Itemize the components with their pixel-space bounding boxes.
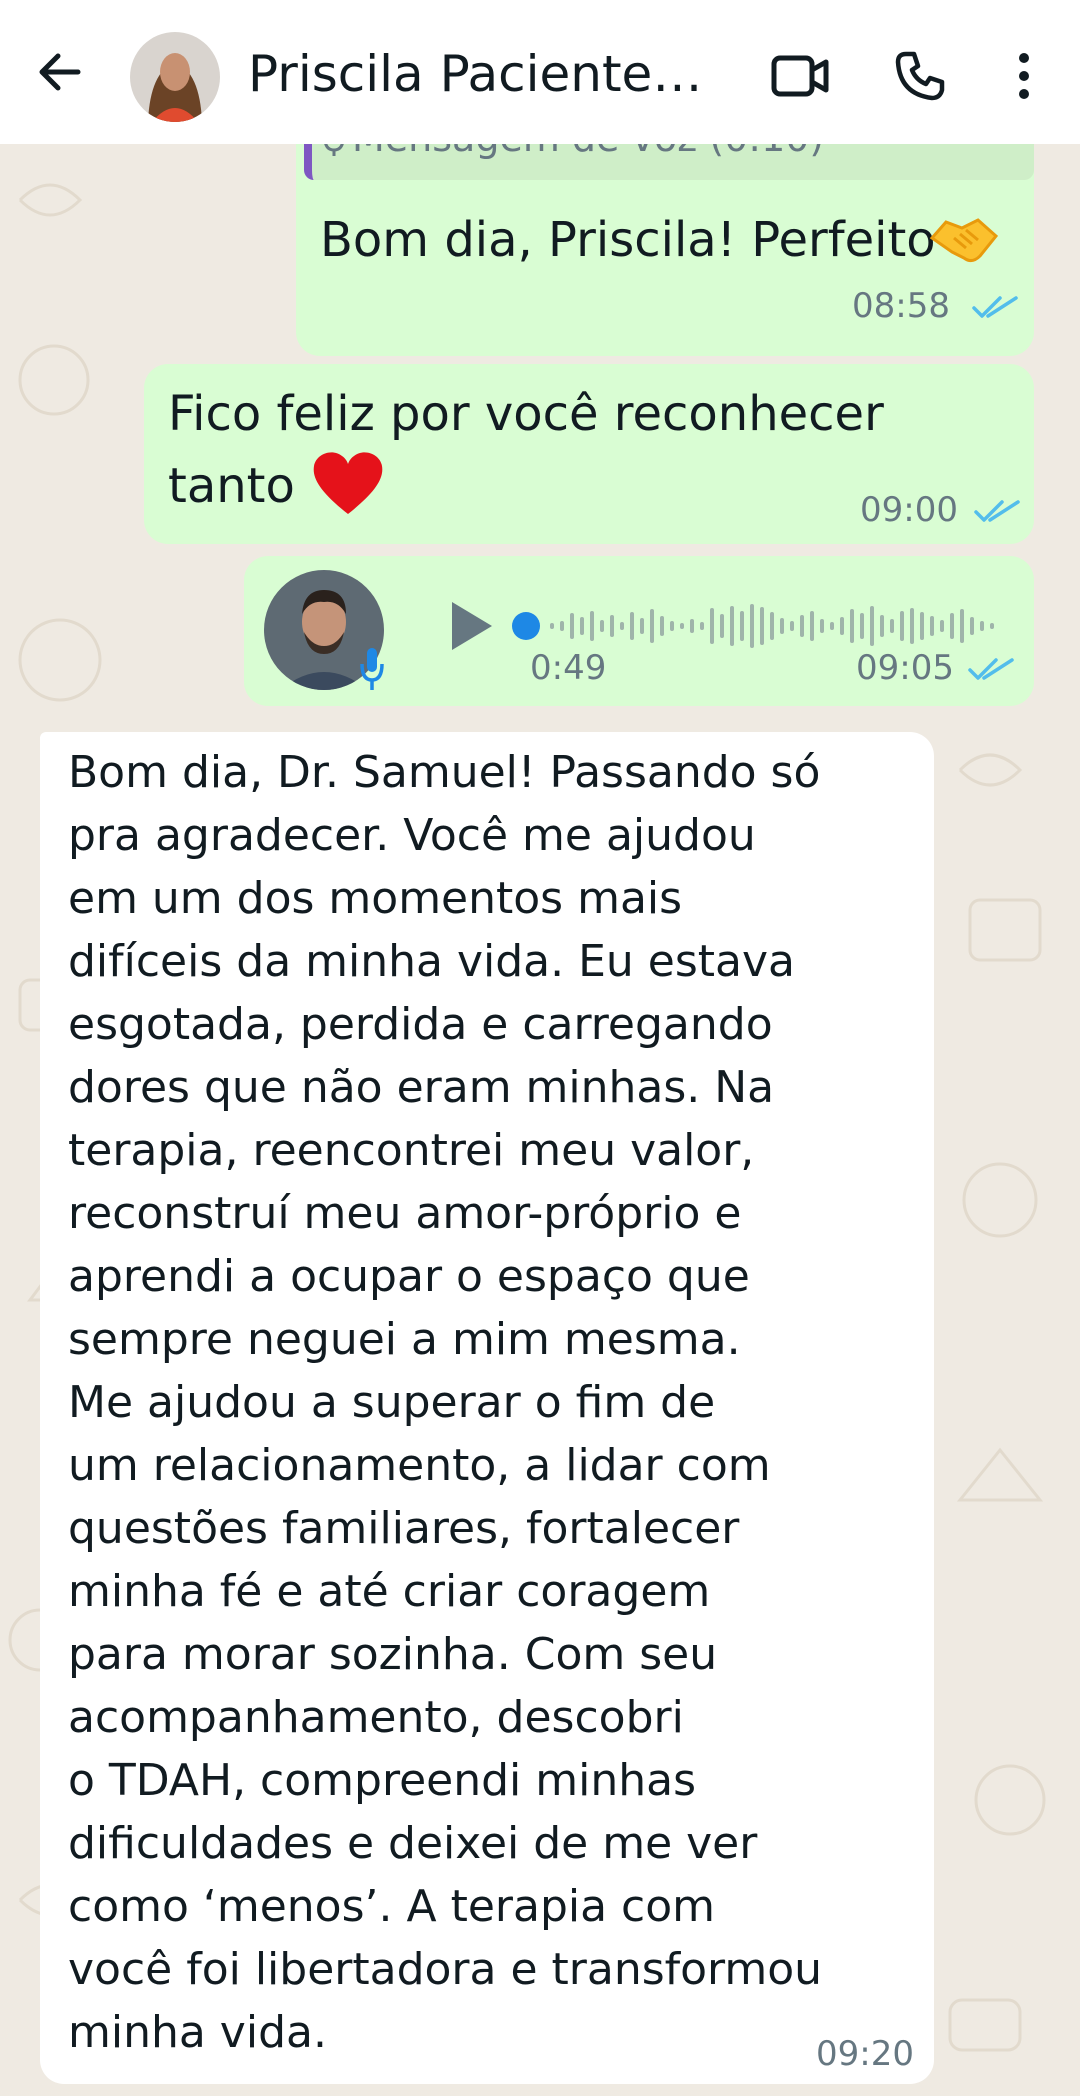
message-text-line: sempre neguei a mim mesma. <box>68 1314 741 1365</box>
message-text-line: dores que não eram minhas. Na <box>68 1062 775 1113</box>
waveform-bar <box>670 621 674 631</box>
waveform-bar <box>830 622 834 630</box>
play-icon[interactable] <box>438 596 498 656</box>
message-time: 09:00 <box>860 490 958 530</box>
waveform-bar <box>890 619 894 633</box>
message-text-line: minha fé e até criar coragem <box>68 1566 711 1617</box>
waveform-bar <box>850 609 854 643</box>
waveform-bar <box>630 612 634 640</box>
message-text-line: tanto <box>168 458 295 514</box>
waveform-bar <box>550 623 554 629</box>
message-text-line: difíceis da minha vida. Eu estava <box>68 936 795 987</box>
waveform-bar <box>740 611 744 641</box>
waveform-bar <box>660 616 664 636</box>
message-time: 09:05 <box>856 648 954 688</box>
waveform-bar <box>720 614 724 638</box>
waveform-bar <box>980 621 984 631</box>
waveform-bar <box>700 622 704 630</box>
waveform-bar <box>970 617 974 635</box>
message-text-line: reconstruí meu amor-próprio e <box>68 1188 742 1239</box>
message-time: 08:58 <box>852 286 950 326</box>
waveform-bar <box>590 611 594 641</box>
read-receipt-icon <box>972 296 1018 318</box>
message-text-line: em um dos momentos mais <box>68 873 683 924</box>
message-text-line: aprendi a ocupar o espaço que <box>68 1251 750 1302</box>
voice-duration: 0:49 <box>530 648 607 688</box>
handshake-emoji-icon <box>929 218 999 263</box>
waveform-bar <box>640 618 644 634</box>
waveform-bar <box>750 604 754 648</box>
outgoing-message-bubble[interactable]: Fico feliz por você reconhecer tanto 09:… <box>144 364 1034 544</box>
voice-message-bubble[interactable]: 0:49 09:05 <box>244 556 1034 706</box>
more-vertical-icon[interactable] <box>1002 48 1046 104</box>
contact-avatar-image <box>130 32 220 122</box>
waveform-bar <box>600 620 604 632</box>
waveform-bar <box>610 615 614 637</box>
message-text-line: Fico feliz por você reconhecer <box>168 386 884 442</box>
message-text-line: para morar sozinha. Com seu <box>68 1629 718 1680</box>
waveform-bar <box>620 622 624 630</box>
message-text-line: o TDAH, compreendi minhas <box>68 1755 696 1806</box>
read-receipt-icon <box>968 658 1014 680</box>
waveform-bar <box>820 619 824 633</box>
waveform-bar <box>690 619 694 633</box>
waveform-bar <box>950 613 954 639</box>
message-text-line: acompanhamento, descobri <box>68 1692 684 1743</box>
read-receipt-icon <box>974 500 1020 522</box>
waveform-bar <box>730 606 734 646</box>
message-text: Bom dia, Priscila! Perfeito <box>320 212 936 268</box>
arrow-left-icon[interactable] <box>32 44 88 100</box>
waveform-bar <box>990 623 994 629</box>
message-text-line: você foi libertadora e transformou <box>68 1944 823 1995</box>
playback-position-dot[interactable] <box>512 612 540 640</box>
message-text-line: pra agradecer. Você me ajudou <box>68 810 756 861</box>
message-text-line: minha vida. <box>68 2007 327 2058</box>
waveform-bar <box>940 620 944 632</box>
waveform-bar <box>760 607 764 645</box>
waveform-bar <box>780 618 784 634</box>
contact-avatar[interactable] <box>130 32 220 122</box>
waveform-bar <box>570 613 574 639</box>
phone-icon[interactable] <box>892 48 948 104</box>
waveform-bar <box>770 612 774 640</box>
message-text-line: dificuldades e deixei de me ver <box>68 1818 758 1869</box>
waveform-bar <box>900 611 904 641</box>
waveform-bar <box>920 612 924 640</box>
waveform-bar <box>580 617 584 635</box>
waveform-bar <box>930 616 934 636</box>
message-time: 09:20 <box>816 2034 914 2074</box>
message-text-line: como ‘menos’. A terapia com <box>68 1881 716 1932</box>
contact-name[interactable]: Priscila Paciente I... <box>248 42 718 106</box>
waveform-bar <box>960 609 964 643</box>
incoming-message-bubble[interactable]: 09:20 Bom dia, Dr. Samuel! Passando só pr… <box>40 732 934 2084</box>
waveform-bar <box>810 611 814 641</box>
waveform-bar <box>800 615 804 637</box>
waveform-bar <box>790 621 794 631</box>
message-text-line: um relacionamento, a lidar com <box>68 1440 771 1491</box>
waveform-bar <box>870 606 874 646</box>
message-text-line: Bom dia, Dr. Samuel! Passando só <box>68 747 821 798</box>
message-text-line: terapia, reencontrei meu valor, <box>68 1125 755 1176</box>
red-heart-emoji-icon <box>313 452 383 514</box>
chat-header: Priscila Paciente I... <box>0 0 1080 144</box>
waveform-bar <box>880 615 884 637</box>
video-call-icon[interactable] <box>770 48 830 104</box>
message-text-line: Me ajudou a superar o fim de <box>68 1377 716 1428</box>
waveform-bar <box>560 621 564 631</box>
microphone-icon <box>360 648 384 690</box>
waveform-bar <box>680 623 684 629</box>
waveform-bar <box>650 609 654 643</box>
message-text-line: esgotada, perdida e carregando <box>68 999 773 1050</box>
waveform-bar <box>860 613 864 639</box>
waveform-bar <box>840 617 844 635</box>
waveform-bar <box>710 608 714 644</box>
message-text-line: questões familiares, fortalecer <box>68 1503 740 1554</box>
waveform-bar <box>910 608 914 644</box>
